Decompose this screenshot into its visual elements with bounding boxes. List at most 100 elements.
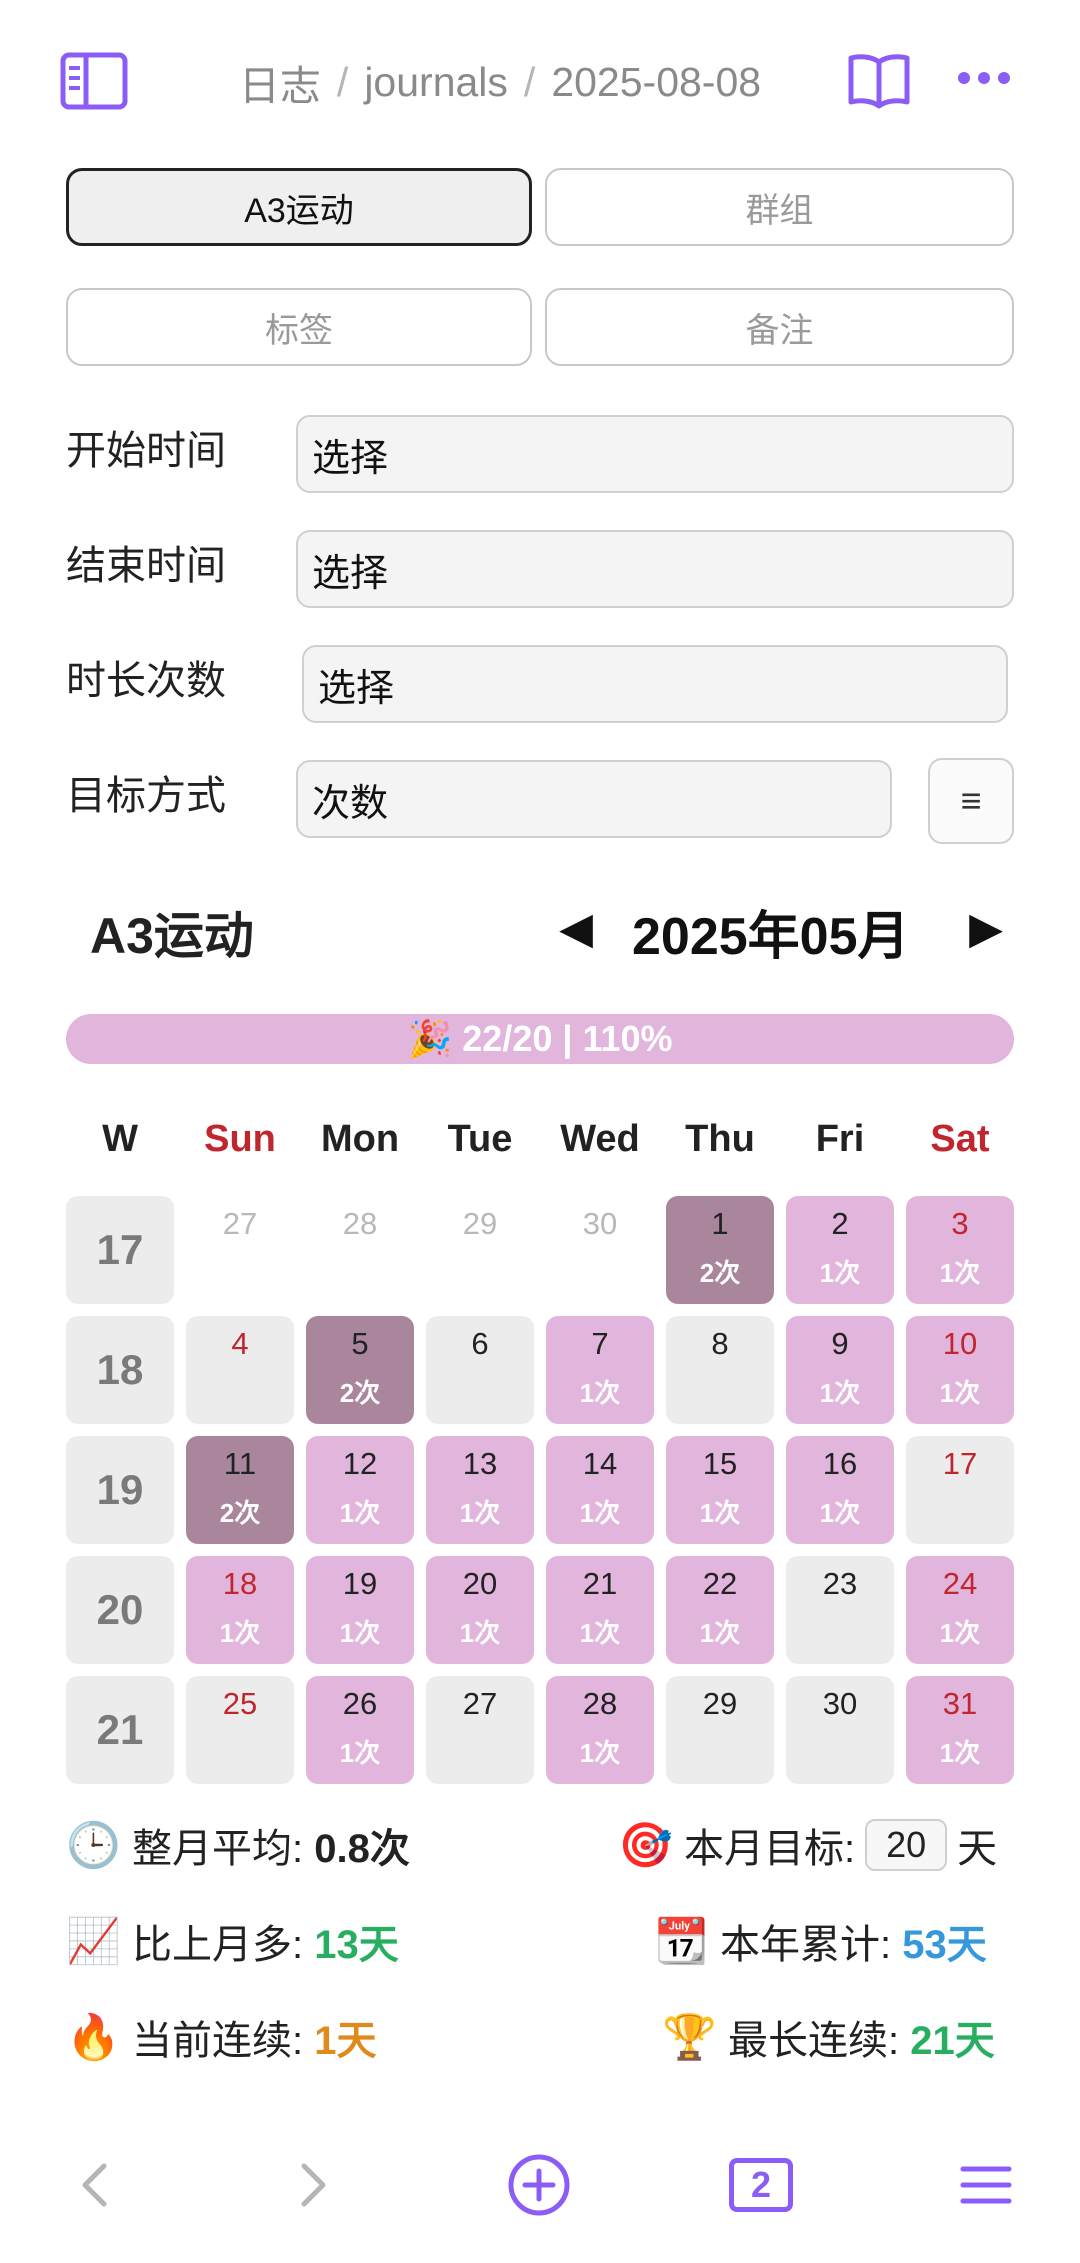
calendar-day[interactable]: 31 1次 [906,1676,1014,1784]
breadcrumb-date[interactable]: 2025-08-08 [551,59,761,106]
more-options-icon[interactable] [956,58,1012,98]
tabs-count-icon[interactable]: 2 [726,2152,796,2218]
stat-value: 21天 [910,2019,995,2063]
calendar-day[interactable]: 16 1次 [786,1436,894,1544]
calendar-day[interactable]: 11 2次 [186,1436,294,1544]
calendar-title: A3运动 [90,908,254,964]
day-number: 26 [342,1686,378,1721]
back-icon[interactable] [66,2152,122,2218]
day-number: 9 [831,1326,849,1361]
menu-icon[interactable]: ≡ [928,758,1014,844]
calendar-day[interactable]: 21 1次 [546,1556,654,1664]
day-number: 1 [711,1206,729,1241]
open-book-icon[interactable] [844,48,914,114]
calendar-day[interactable]: 2 1次 [786,1196,894,1304]
day-number: 20 [462,1566,498,1601]
calendar-day[interactable]: 29 [666,1676,774,1784]
calendar-day[interactable]: 15 1次 [666,1436,774,1544]
calendar-day[interactable]: 7 1次 [546,1316,654,1424]
calendar-day[interactable]: 17 [906,1436,1014,1544]
tab-notes[interactable]: 备注 [545,288,1014,366]
day-number: 7 [591,1326,609,1361]
weekday-label: Wed [560,1118,640,1160]
stat-label: 比上月多: [132,1923,304,1967]
calendar-month: 2025年05月 [632,908,910,966]
calendar-day[interactable]: 18 1次 [186,1556,294,1664]
day-number: 11 [223,1446,257,1481]
calendar-day[interactable]: 13 1次 [426,1436,534,1544]
top-header: 日志 / journals / 2025-08-08 [0,0,1080,160]
calendar-day[interactable]: 9 1次 [786,1316,894,1424]
calendar-day: 29 [426,1196,534,1304]
day-count: 1次 [939,1378,981,1408]
tab-a3-exercise[interactable]: A3运动 [66,168,532,246]
week-row: 18 4 5 2次 6 7 1次 8 9 1次 10 1次 [66,1316,1014,1424]
day-number: 2 [831,1206,849,1241]
calendar-day[interactable]: 19 1次 [306,1556,414,1664]
sidebar-toggle-icon[interactable] [58,50,130,112]
calendar-day[interactable]: 20 1次 [426,1556,534,1664]
calendar-day[interactable]: 23 [786,1556,894,1664]
calendar-day[interactable]: 12 1次 [306,1436,414,1544]
week-row: 20 18 1次 19 1次 20 1次 21 1次 22 1次 23 24 1次 [66,1556,1014,1664]
day-number: 30 [582,1206,618,1241]
calendar-icon: 📆 [654,1917,709,1966]
calendar-day[interactable]: 3 1次 [906,1196,1014,1304]
calendar-day[interactable]: 27 [426,1676,534,1784]
monthly-progress-bar: 🎉 22/20 | 110% [66,1014,1014,1064]
calendar-day[interactable]: 4 [186,1316,294,1424]
tabs-count: 2 [729,2158,793,2212]
calendar-day[interactable]: 14 1次 [546,1436,654,1544]
next-month-icon[interactable]: ▶ [956,898,1016,958]
calendar-day[interactable]: 1 2次 [666,1196,774,1304]
calendar-day[interactable]: 28 1次 [546,1676,654,1784]
day-count: 1次 [939,1738,981,1768]
breadcrumb-diary[interactable]: 日志 [239,52,321,112]
calendar-day[interactable]: 6 [426,1316,534,1424]
calendar-day[interactable]: 8 [666,1316,774,1424]
stat-label: 最长连续: [728,2019,900,2063]
calendar-day[interactable]: 22 1次 [666,1556,774,1664]
tab-tags[interactable]: 标签 [66,288,532,366]
stat-label: 整月平均: [132,1827,304,1871]
day-count: 1次 [699,1498,741,1528]
goal-mode-label: 目标方式 [66,774,226,818]
hamburger-menu-icon[interactable] [956,2152,1016,2218]
calendar-day[interactable]: 24 1次 [906,1556,1014,1664]
calendar-day[interactable]: 25 [186,1676,294,1784]
stat-value: 0.8次 [314,1827,410,1871]
goal-input[interactable]: 20 [865,1819,948,1871]
weekday-label: Mon [320,1118,400,1160]
calendar-day[interactable]: 26 1次 [306,1676,414,1784]
prev-month-icon[interactable]: ◀ [546,898,606,958]
calendar-day[interactable]: 30 [786,1676,894,1784]
goal-mode-select[interactable]: 次数 [296,760,892,838]
day-number: 3 [951,1206,969,1241]
day-number: 29 [702,1686,738,1721]
chart-up-icon: 📈 [66,1917,121,1966]
forward-icon[interactable] [286,2152,342,2218]
stat-value: 1天 [314,2019,377,2063]
week-row: 17 27 28 29 30 1 2次 2 1次 3 1次 [66,1196,1014,1304]
day-number: 22 [702,1566,738,1601]
day-number: 31 [942,1686,978,1721]
day-number: 13 [462,1446,498,1481]
calendar-grid: W Sun Mon Tue Wed Thu Fri Sat 17 27 28 29 30 1 2次 2 1次 3… [66,1118,1014,1784]
day-number: 25 [222,1686,258,1721]
breadcrumb-journals[interactable]: journals [364,59,508,106]
day-count: 1次 [459,1618,501,1648]
tab-group[interactable]: 群组 [545,168,1014,246]
end-time-select[interactable]: 选择 [296,530,1014,608]
day-count: 1次 [219,1618,261,1648]
start-time-select[interactable]: 选择 [296,415,1014,493]
day-count: 1次 [339,1738,381,1768]
weekday-label: Sat [930,1118,990,1160]
calendar-day[interactable]: 10 1次 [906,1316,1014,1424]
add-icon[interactable] [506,2152,572,2218]
day-count: 2次 [339,1378,381,1408]
bottom-toolbar: 2 [0,2140,1080,2230]
stat-value: 53天 [902,1923,987,1967]
calendar-day: 27 [186,1196,294,1304]
calendar-day[interactable]: 5 2次 [306,1316,414,1424]
duration-count-select[interactable]: 选择 [302,645,1008,723]
